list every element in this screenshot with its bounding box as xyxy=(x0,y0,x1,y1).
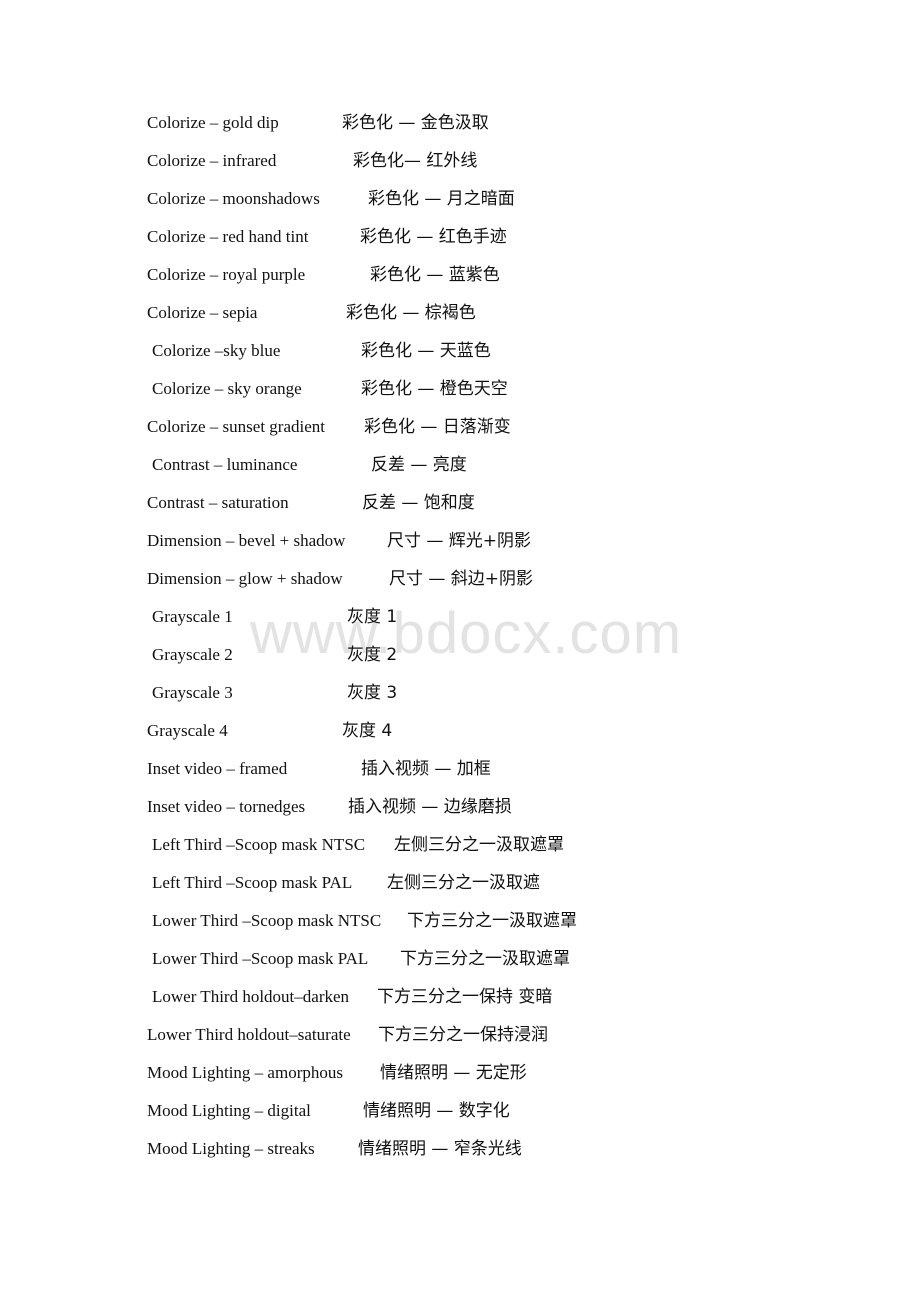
chinese-term: 反差 — 亮度 xyxy=(371,455,467,475)
chinese-term: 灰度 2 xyxy=(347,645,398,665)
english-term: Colorize – red hand tint xyxy=(147,227,309,246)
chinese-term: 彩色化 — 棕褐色 xyxy=(346,303,476,323)
english-term: Dimension – bevel + shadow xyxy=(147,531,346,550)
chinese-term: 灰度 3 xyxy=(347,683,398,703)
english-term: Mood Lighting – amorphous xyxy=(147,1063,343,1082)
chinese-term: 情绪照明 — 数字化 xyxy=(363,1101,510,1121)
chinese-term: 插入视频 — 加框 xyxy=(361,759,491,779)
english-term: Colorize – sunset gradient xyxy=(147,417,325,436)
english-term: Grayscale 2 xyxy=(152,645,233,664)
english-term: Left Third –Scoop mask NTSC xyxy=(152,835,366,854)
chinese-term: 下方三分之一保持浸润 xyxy=(378,1025,548,1045)
chinese-term: 反差 — 饱和度 xyxy=(362,493,475,513)
english-term: Left Third –Scoop mask PAL xyxy=(152,873,353,892)
chinese-term: 尺寸 — 辉光+阴影 xyxy=(387,531,532,551)
chinese-term: 灰度 4 xyxy=(342,721,393,741)
english-term: Colorize – royal purple xyxy=(147,265,306,284)
chinese-term: 下方三分之一汲取遮罩 xyxy=(407,911,577,931)
english-term: Mood Lighting – streaks xyxy=(147,1139,315,1158)
english-term: Dimension – glow + shadow xyxy=(147,569,343,588)
english-term: Colorize – infrared xyxy=(147,151,277,170)
document-page: www.bdocx.com Colorize – gold dip 彩色化 — 金… xyxy=(0,0,920,1302)
chinese-term: 彩色化 — 天蓝色 xyxy=(361,341,491,361)
english-term: Colorize –sky blue xyxy=(152,341,281,360)
english-term: Grayscale 1 xyxy=(152,607,233,626)
english-term: Contrast – luminance xyxy=(152,455,298,474)
chinese-term: 彩色化 — 日落渐变 xyxy=(364,417,511,437)
english-term: Inset video – tornedges xyxy=(147,797,306,816)
chinese-term: 彩色化 — 橙色天空 xyxy=(361,379,508,399)
chinese-term: 彩色化— 红外线 xyxy=(353,151,478,171)
english-term: Mood Lighting – digital xyxy=(147,1101,311,1120)
english-term: Grayscale 3 xyxy=(152,683,233,702)
chinese-term: 彩色化 — 红色手迹 xyxy=(360,227,507,247)
chinese-term: 左侧三分之一汲取遮 xyxy=(387,873,540,893)
english-term: Contrast – saturation xyxy=(147,493,289,512)
chinese-term: 下方三分之一汲取遮罩 xyxy=(400,949,570,969)
chinese-term: 情绪照明 — 无定形 xyxy=(380,1063,527,1083)
english-term: Lower Third holdout–darken xyxy=(152,987,350,1006)
english-term: Colorize – moonshadows xyxy=(147,189,320,208)
chinese-term: 彩色化 — 蓝紫色 xyxy=(370,265,500,285)
english-term: Colorize – gold dip xyxy=(147,113,279,132)
english-term: Inset video – framed xyxy=(147,759,288,778)
chinese-term: 彩色化 — 月之暗面 xyxy=(368,189,515,209)
chinese-term: 灰度 1 xyxy=(347,607,398,627)
chinese-term: 情绪照明 — 窄条光线 xyxy=(358,1139,522,1159)
chinese-term: 插入视频 — 边缘磨损 xyxy=(348,797,512,817)
watermark: www.bdocx.com xyxy=(250,601,683,666)
english-term: Lower Third holdout–saturate xyxy=(147,1025,351,1044)
english-term: Colorize – sepia xyxy=(147,303,258,322)
english-term: Lower Third –Scoop mask PAL xyxy=(152,949,369,968)
english-term: Colorize – sky orange xyxy=(152,379,302,398)
chinese-term: 尺寸 — 斜边+阴影 xyxy=(389,569,534,589)
chinese-term: 彩色化 — 金色汲取 xyxy=(342,113,489,133)
english-term: Grayscale 4 xyxy=(147,721,228,740)
english-term: Lower Third –Scoop mask NTSC xyxy=(152,911,382,930)
chinese-term: 左侧三分之一汲取遮罩 xyxy=(394,835,564,855)
chinese-term: 下方三分之一保持 变暗 xyxy=(377,987,553,1007)
